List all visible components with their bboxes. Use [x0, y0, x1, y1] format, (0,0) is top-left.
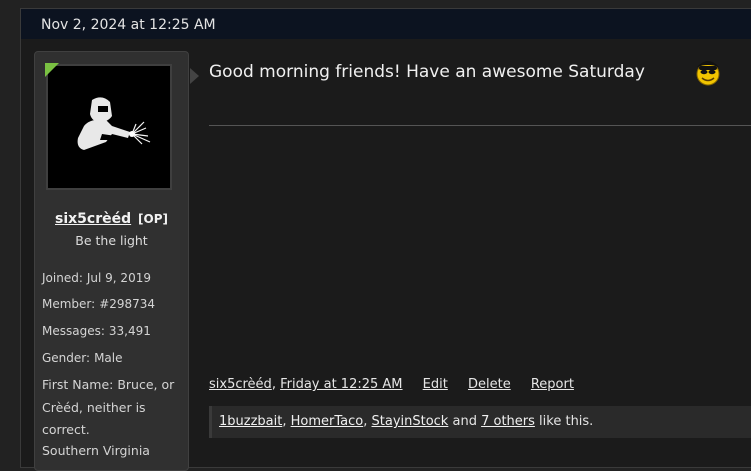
- online-indicator: [45, 63, 59, 77]
- post-actions: six5crèéd, Friday at 12:25 AM Edit Delet…: [209, 377, 574, 392]
- stat-value: Male: [94, 351, 123, 365]
- stat-label: Gender:: [42, 351, 91, 365]
- stat-location: Southern Virginia: [42, 443, 150, 458]
- post-header: Nov 2, 2024 at 12:25 AM: [20, 8, 751, 39]
- stat-value: #298734: [99, 297, 156, 311]
- stat-label: Messages:: [42, 324, 105, 338]
- edit-button[interactable]: Edit: [423, 377, 448, 392]
- smiling-sunglasses-emoji-icon: [696, 61, 720, 86]
- stat-first-name: First Name: Bruce, or Crèéd, neither is …: [42, 377, 175, 437]
- liker-link[interactable]: HomerTaco: [291, 414, 364, 429]
- welder-avatar-icon: [77, 97, 151, 150]
- likes-suffix: like this.: [539, 414, 594, 429]
- stat-joined: Joined: Jul 9, 2019: [42, 267, 151, 290]
- likes-text: 1buzzbait, HomerTaco, StayinStock and 7 …: [219, 414, 593, 429]
- message-pointer: [190, 68, 199, 84]
- stat-value: Jul 9, 2019: [86, 271, 151, 285]
- stat-value: 33,491: [108, 324, 151, 338]
- delete-button[interactable]: Delete: [468, 377, 511, 392]
- liker-link[interactable]: StayinStock: [372, 414, 449, 429]
- author-link[interactable]: six5crèéd: [209, 377, 272, 392]
- report-button[interactable]: Report: [531, 377, 574, 392]
- stat-gender: Gender: Male: [42, 347, 123, 370]
- signature-divider: [209, 125, 751, 126]
- likes-and: and: [452, 414, 477, 429]
- stat-label: Joined:: [42, 271, 83, 285]
- likes-separator: ,: [363, 414, 368, 429]
- user-title: Be the light: [75, 233, 148, 248]
- stat-messages: Messages: 33,491: [42, 320, 151, 343]
- post-date: Nov 2, 2024 at 12:25 AM: [41, 17, 216, 33]
- likes-separator: ,: [282, 414, 287, 429]
- likes-bar: 1buzzbait, HomerTaco, StayinStock and 7 …: [209, 406, 751, 438]
- liker-link[interactable]: 1buzzbait: [219, 414, 282, 429]
- username-row: six5crèéd [OP]: [34, 211, 189, 227]
- stat-member: Member: #298734: [42, 293, 155, 316]
- post-message: Good morning friends! Have an awesome Sa…: [209, 62, 645, 82]
- op-badge: [OP]: [138, 212, 168, 226]
- likes-others-link[interactable]: 7 others: [481, 414, 535, 429]
- timestamp-link[interactable]: Friday at 12:25 AM: [280, 377, 402, 392]
- username-link[interactable]: six5crèéd: [55, 211, 131, 227]
- stat-label: Member:: [42, 297, 96, 311]
